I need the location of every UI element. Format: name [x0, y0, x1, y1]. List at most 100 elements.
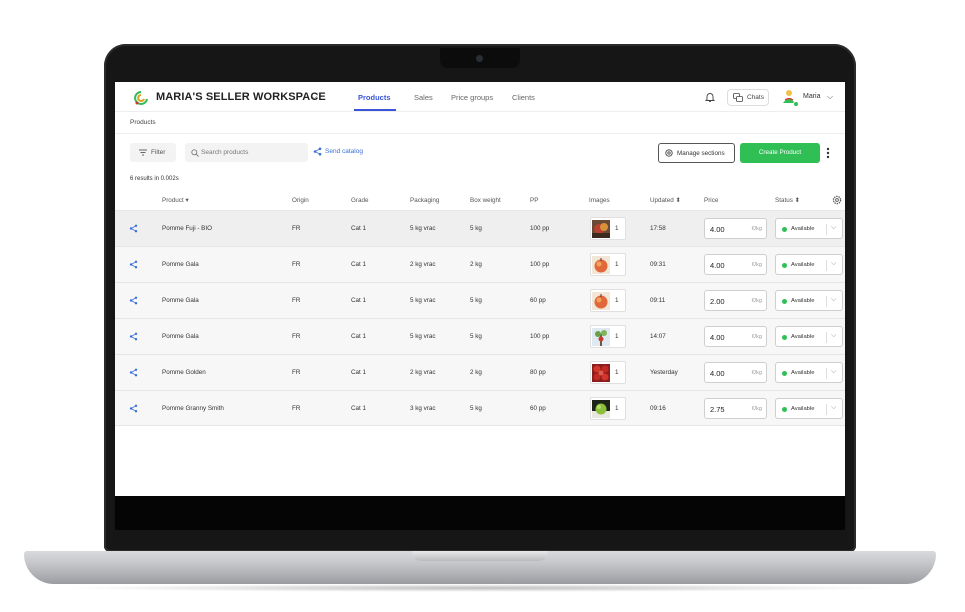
- share-product-icon[interactable]: [129, 368, 138, 377]
- status-select[interactable]: Available ⌵: [775, 326, 843, 347]
- share-product-icon[interactable]: [129, 224, 138, 233]
- red-apples-icon: [592, 364, 610, 382]
- product-images[interactable]: 1: [590, 253, 626, 276]
- product-pp: 60 pp: [530, 405, 546, 412]
- search-input[interactable]: [185, 143, 308, 162]
- image-count: 1: [615, 225, 619, 232]
- table-row[interactable]: Pomme Gala FR Cat 1 5 kg vrac 5 kg 60 pp…: [115, 282, 845, 318]
- status-chevron-down-icon[interactable]: ⌵: [831, 224, 836, 232]
- price-input[interactable]: 4.00 €/kg: [704, 254, 767, 275]
- results-count: 6 results in 0.002s: [130, 176, 179, 182]
- column-header-product[interactable]: Product ▾: [162, 197, 189, 204]
- product-box-weight: 5 kg: [470, 405, 482, 412]
- settings-icon: [665, 149, 673, 157]
- column-header-pp: PP: [530, 197, 539, 204]
- product-name[interactable]: Pomme Gala: [162, 297, 199, 304]
- manage-sections-button[interactable]: Manage sections: [658, 143, 735, 163]
- column-header-status[interactable]: Status ⬍: [775, 197, 800, 204]
- product-images[interactable]: 1: [590, 397, 626, 420]
- status-select[interactable]: Available ⌵: [775, 398, 843, 419]
- tab-products[interactable]: Products: [358, 93, 391, 102]
- price-input[interactable]: 4.00 €/kg: [704, 218, 767, 239]
- price-value: 2.75: [710, 405, 725, 414]
- product-updated: 17:58: [650, 225, 666, 232]
- status-select[interactable]: Available ⌵: [775, 218, 843, 239]
- product-name[interactable]: Pomme Granny Smith: [162, 405, 224, 412]
- product-grade: Cat 1: [351, 369, 367, 376]
- product-images[interactable]: 1: [590, 217, 626, 240]
- status-select[interactable]: Available ⌵: [775, 290, 843, 311]
- filter-button[interactable]: Filter: [130, 143, 176, 162]
- table-settings-gear-icon[interactable]: [832, 195, 842, 205]
- more-options-icon[interactable]: [826, 146, 830, 160]
- user-menu-chevron-down-icon[interactable]: ⌵: [827, 92, 833, 102]
- price-value: 4.00: [710, 369, 725, 378]
- status-label: Available: [791, 406, 815, 412]
- product-pp: 60 pp: [530, 297, 546, 304]
- manage-sections-label: Manage sections: [677, 150, 725, 157]
- status-label: Available: [791, 334, 815, 340]
- table-row[interactable]: Pomme Gala FR Cat 1 2 kg vrac 2 kg 100 p…: [115, 246, 845, 282]
- status-chevron-down-icon[interactable]: ⌵: [831, 332, 836, 340]
- product-name[interactable]: Pomme Gala: [162, 261, 199, 268]
- status-chevron-down-icon[interactable]: ⌵: [831, 368, 836, 376]
- image-count: 1: [615, 261, 619, 268]
- share-product-icon[interactable]: [129, 404, 138, 413]
- online-status-dot: [793, 101, 799, 107]
- table-row[interactable]: Pomme Granny Smith FR Cat 1 3 kg vrac 5 …: [115, 390, 845, 426]
- product-images[interactable]: 1: [590, 361, 626, 384]
- chats-label: Chats: [747, 94, 764, 101]
- product-updated: 09:11: [650, 297, 666, 304]
- workspace-chevron-down-icon[interactable]: ⌵: [311, 91, 318, 102]
- price-input[interactable]: 4.00 €/kg: [704, 326, 767, 347]
- product-updated: 14:07: [650, 333, 666, 340]
- chats-button[interactable]: Chats: [727, 89, 769, 106]
- laptop-hinge: [412, 551, 548, 561]
- table-row[interactable]: Pomme Fuji - BIO FR Cat 1 5 kg vrac 5 kg…: [115, 210, 845, 246]
- breadcrumb[interactable]: Products: [130, 119, 156, 126]
- tab-price-groups[interactable]: Price groups: [451, 93, 493, 102]
- product-origin: FR: [292, 225, 301, 232]
- product-origin: FR: [292, 369, 301, 376]
- status-select[interactable]: Available ⌵: [775, 254, 843, 275]
- notifications-bell-icon[interactable]: [704, 91, 716, 103]
- status-chevron-down-icon[interactable]: ⌵: [831, 260, 836, 268]
- status-indicator-dot: [782, 407, 787, 412]
- share-product-icon[interactable]: [129, 260, 138, 269]
- column-header-packaging: Packaging: [410, 197, 440, 204]
- breadcrumb-bar: Products: [115, 112, 845, 134]
- workspace-title[interactable]: MARIA'S SELLER WORKSPACE: [156, 91, 326, 103]
- price-input[interactable]: 4.00 €/kg: [704, 362, 767, 383]
- product-packaging: 3 kg vrac: [410, 405, 436, 412]
- product-packaging: 5 kg vrac: [410, 297, 436, 304]
- chat-bubbles-icon: [733, 93, 743, 102]
- product-name[interactable]: Pomme Golden: [162, 369, 206, 376]
- status-select[interactable]: Available ⌵: [775, 362, 843, 383]
- create-product-button[interactable]: Create Product: [740, 143, 820, 163]
- share-product-icon[interactable]: [129, 296, 138, 305]
- tab-clients[interactable]: Clients: [512, 93, 535, 102]
- product-name[interactable]: Pomme Gala: [162, 333, 199, 340]
- share-product-icon[interactable]: [129, 332, 138, 341]
- status-chevron-down-icon[interactable]: ⌵: [831, 404, 836, 412]
- search-icon: [191, 149, 199, 157]
- table-row[interactable]: Pomme Golden FR Cat 1 2 kg vrac 2 kg 80 …: [115, 354, 845, 390]
- share-icon: [313, 147, 322, 156]
- product-images[interactable]: 1: [590, 325, 626, 348]
- column-header-updated[interactable]: Updated ⬍: [650, 197, 681, 204]
- status-indicator-dot: [782, 227, 787, 232]
- product-pp: 80 pp: [530, 369, 546, 376]
- price-input[interactable]: 2.00 €/kg: [704, 290, 767, 311]
- user-name[interactable]: Maria: [803, 93, 821, 100]
- column-header-origin: Origin: [292, 197, 309, 204]
- product-origin: FR: [292, 297, 301, 304]
- table-row[interactable]: Pomme Gala FR Cat 1 5 kg vrac 5 kg 100 p…: [115, 318, 845, 354]
- price-input[interactable]: 2.75 €/kg: [704, 398, 767, 419]
- product-images[interactable]: 1: [590, 289, 626, 312]
- status-chevron-down-icon[interactable]: ⌵: [831, 296, 836, 304]
- product-name[interactable]: Pomme Fuji - BIO: [162, 225, 212, 232]
- green-apple-icon: [592, 400, 610, 418]
- status-indicator-dot: [782, 371, 787, 376]
- product-grade: Cat 1: [351, 405, 367, 412]
- tab-sales[interactable]: Sales: [414, 93, 433, 102]
